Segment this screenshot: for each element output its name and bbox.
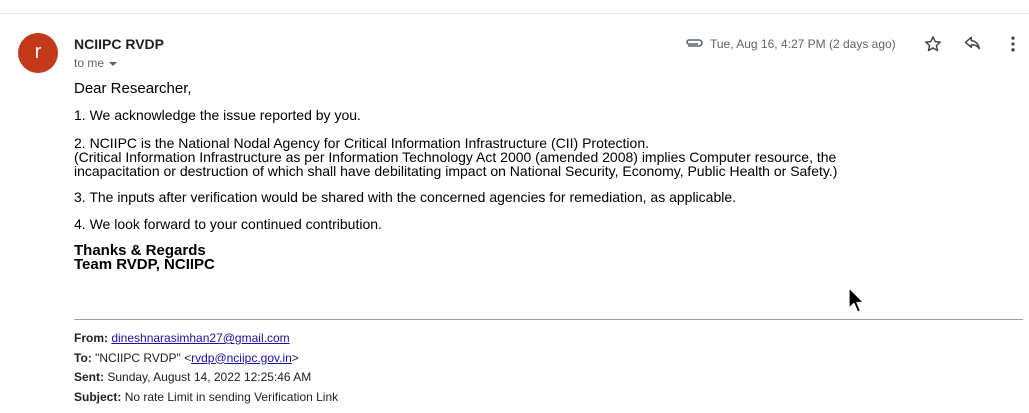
paragraph-3: 3. The inputs after verification would b…: [74, 189, 737, 205]
quote-divider: [74, 319, 1023, 320]
paragraph-4: 4. We look forward to your continued con…: [74, 216, 382, 232]
paragraph-1: 1. We acknowledge the issue reported by …: [74, 107, 361, 123]
from-email-link[interactable]: dineshnarasimhan27@gmail.com: [111, 331, 289, 345]
paragraph-2-line-2: (Critical Information Infrastructure as …: [74, 149, 837, 165]
reply-button[interactable]: [961, 32, 985, 56]
signature-line-2: Team RVDP, NCIIPC: [74, 256, 215, 273]
more-options-button[interactable]: [1001, 32, 1025, 56]
subject-value: No rate Limit in sending Verification Li…: [124, 389, 339, 404]
paperclip-icon: [686, 39, 703, 47]
caret-down-icon: [109, 61, 118, 66]
quoted-from: From: dineshnarasimhan27@gmail.com: [74, 329, 338, 349]
more-vert-icon: [1011, 36, 1015, 52]
quoted-subject: Subject: No rate Limit in sending Verifi…: [74, 388, 338, 408]
star-icon: [925, 36, 941, 52]
email-date: Tue, Aug 16, 4:27 PM (2 days ago): [710, 37, 896, 51]
to-label: To:: [74, 350, 92, 365]
avatar[interactable]: r: [18, 33, 58, 73]
quoted-sent: Sent: Sunday, August 14, 2022 12:25:46 A…: [74, 368, 338, 388]
from-label: From:: [74, 331, 108, 345]
sent-value: Sunday, August 14, 2022 12:25:46 AM: [107, 370, 312, 384]
sender-name[interactable]: NCIIPC RVDP: [74, 36, 164, 52]
top-divider: [0, 13, 1029, 14]
greeting: Dear Researcher,: [74, 80, 192, 97]
to-name: "NCIIPC RVDP" <: [95, 350, 192, 365]
paragraph-2: 2. NCIIPC is the National Nodal Agency f…: [74, 136, 837, 178]
paragraph-2-line-1: 2. NCIIPC is the National Nodal Agency f…: [74, 135, 650, 151]
to-email-link[interactable]: rvdp@nciipc.gov.in: [191, 351, 292, 365]
email-body: Dear Researcher, 1. We acknowledge the i…: [74, 80, 974, 272]
subject-label: Subject:: [74, 389, 122, 404]
recipient-toggle[interactable]: to me: [74, 56, 118, 70]
quoted-header: From: dineshnarasimhan27@gmail.com To: "…: [74, 329, 338, 407]
to-end: >: [291, 350, 299, 365]
recipient-label: to me: [74, 56, 105, 70]
star-button[interactable]: [921, 32, 945, 56]
reply-icon: [964, 36, 980, 50]
sent-label: Sent:: [74, 370, 104, 384]
mouse-cursor-icon: [848, 287, 865, 313]
signature: Thanks & Regards Team RVDP, NCIIPC: [74, 243, 215, 273]
paragraph-2-line-3: incapacitation or destruction of which s…: [74, 163, 838, 179]
quoted-to: To: "NCIIPC RVDP" <rvdp@nciipc.gov.in>: [74, 349, 338, 369]
